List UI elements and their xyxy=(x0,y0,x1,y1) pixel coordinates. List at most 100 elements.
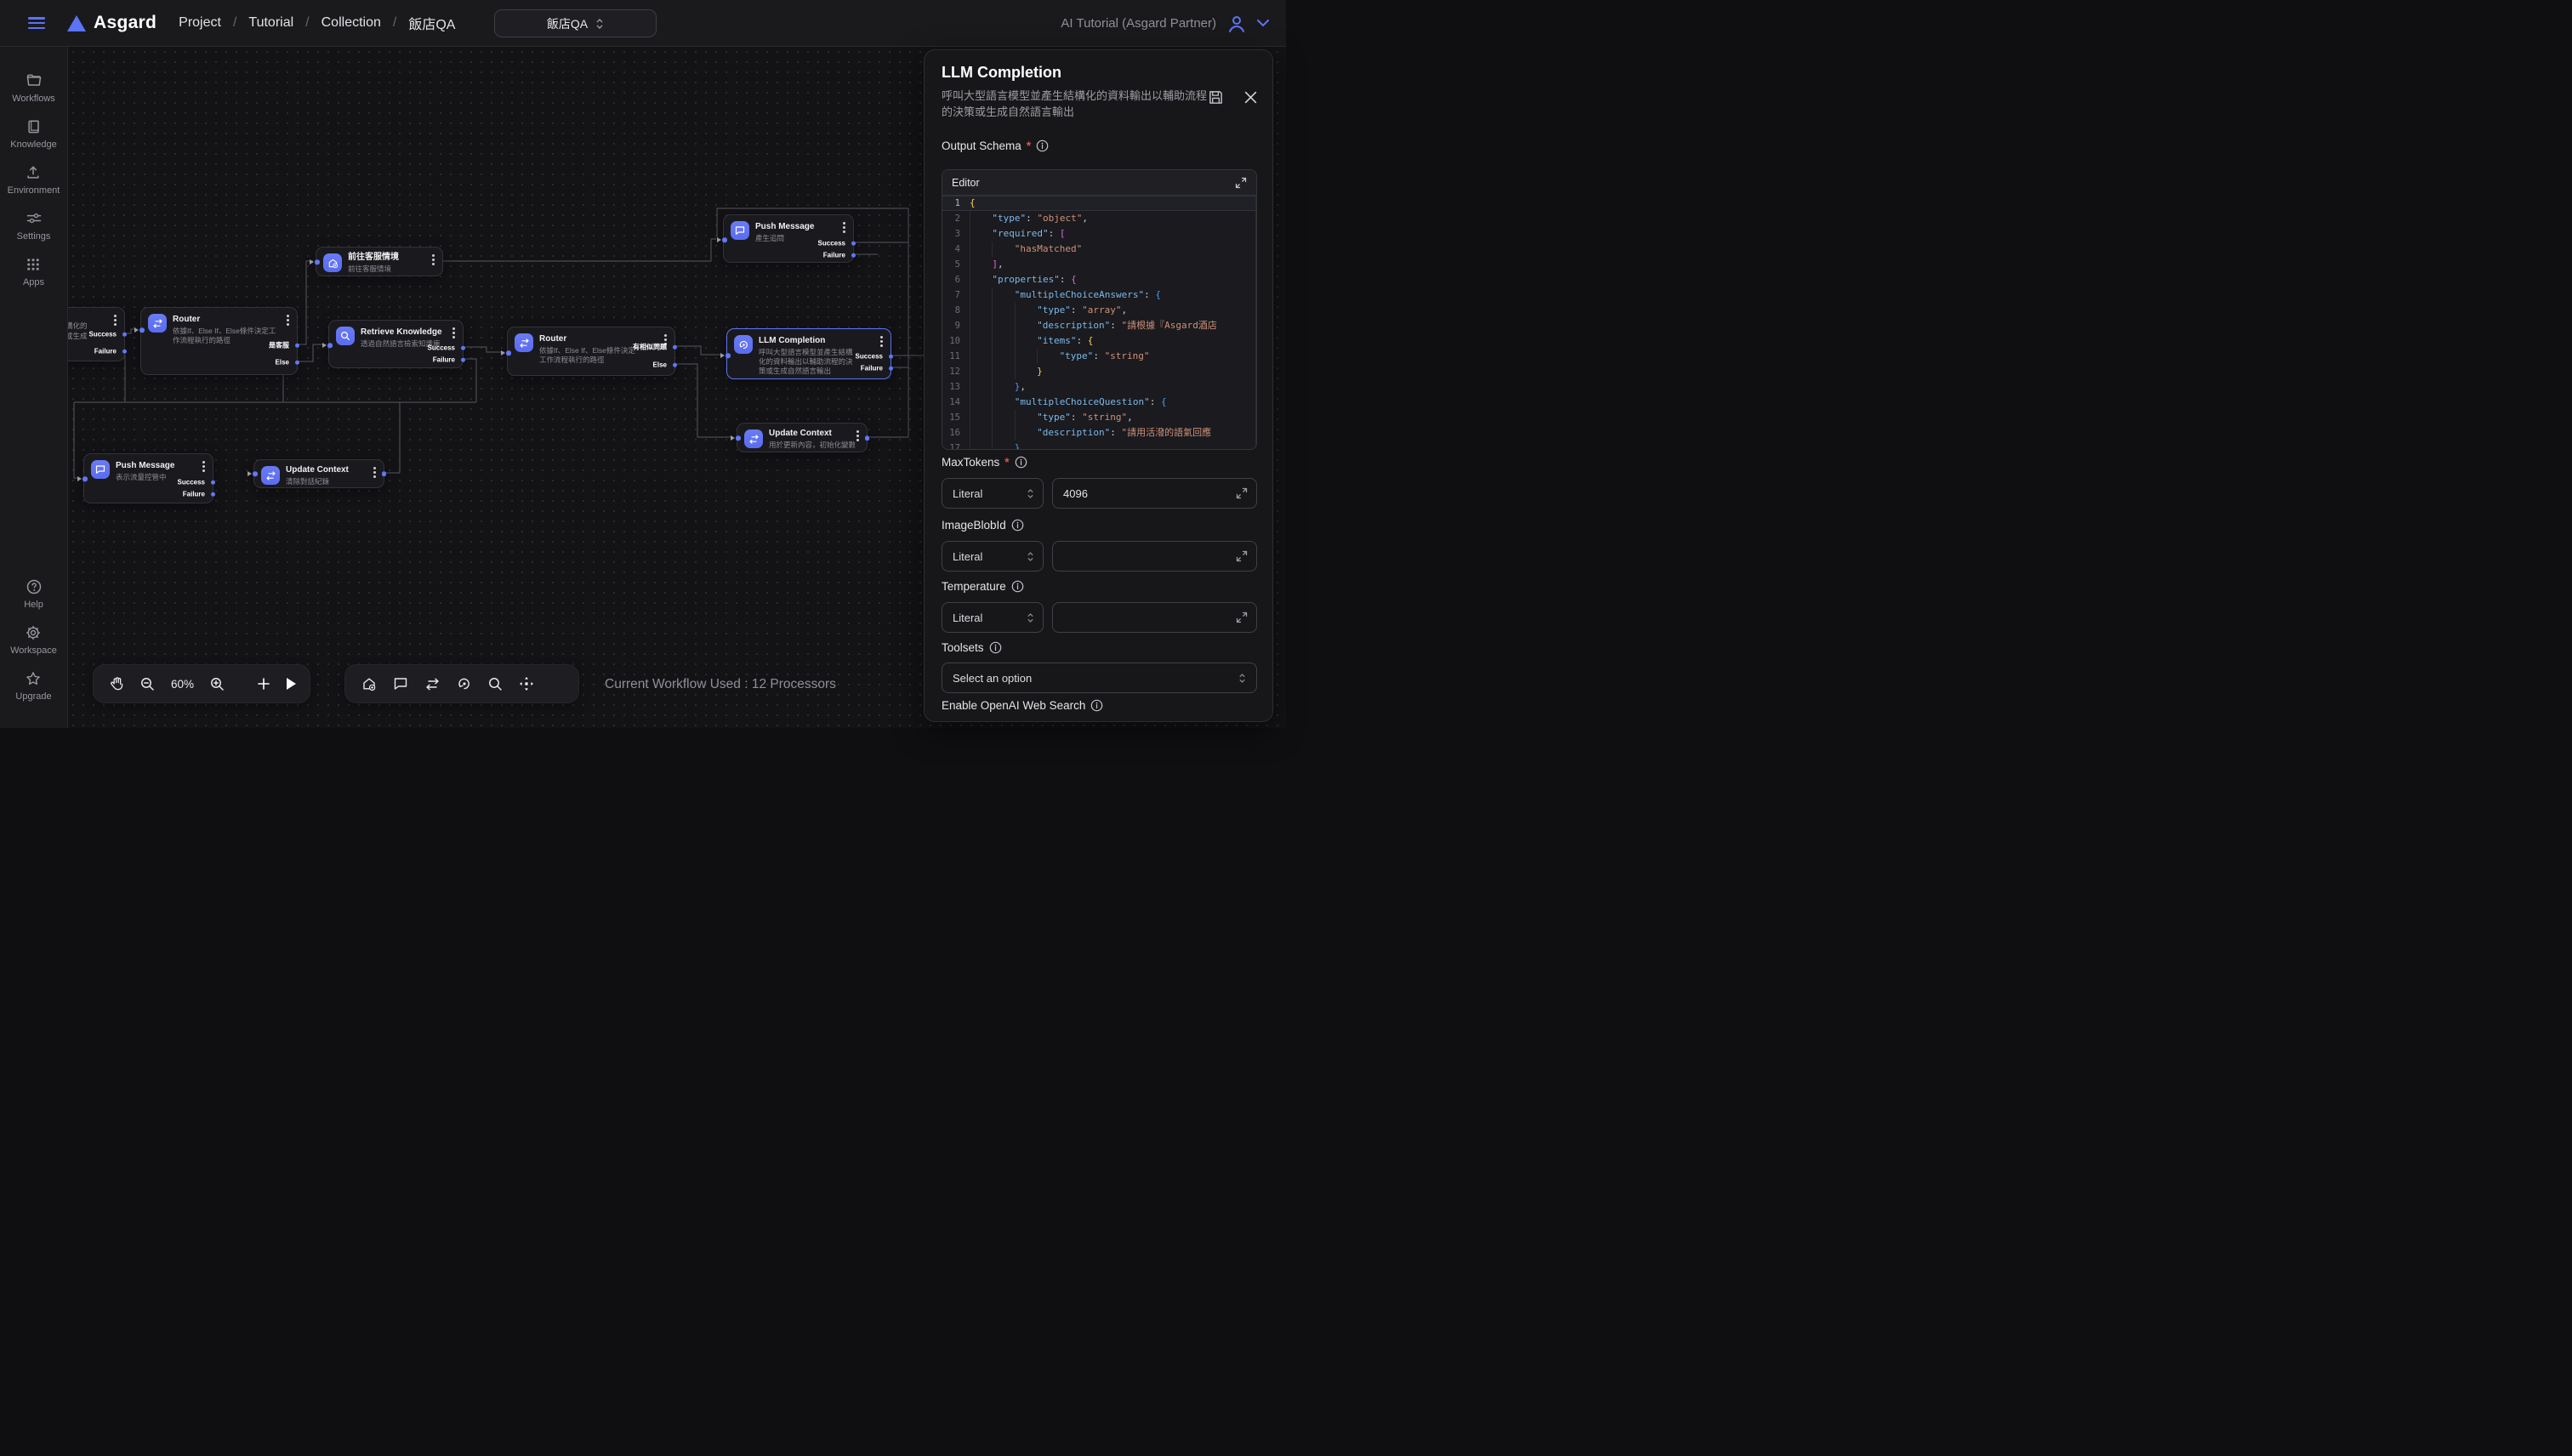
sliders-icon xyxy=(26,210,43,227)
add-llm-icon[interactable] xyxy=(457,676,472,691)
node-update-context-bottom[interactable]: Update Context 清除對話紀錄 xyxy=(253,459,384,488)
temperature-mode-select[interactable]: Literal xyxy=(942,602,1044,633)
workflow-select[interactable]: 飯店QA xyxy=(494,9,657,37)
node-goto-scenario[interactable]: 前往客服情境 前往客服情境 xyxy=(316,247,443,276)
port-else[interactable]: Else xyxy=(276,359,297,367)
user-icon[interactable] xyxy=(1226,14,1247,34)
node-menu-icon[interactable] xyxy=(856,430,859,433)
zoom-in-icon[interactable] xyxy=(210,677,225,691)
node-llm-completion[interactable]: LLM Completion 呼叫大型語言模型並產生結構化的資料輸出以輔助流程的… xyxy=(726,328,891,379)
port-success[interactable]: Success xyxy=(178,479,213,486)
pan-hand-icon[interactable] xyxy=(110,676,124,691)
sidebar-item-workflows[interactable]: Workflows xyxy=(12,72,55,104)
port-failure[interactable]: Failure xyxy=(433,356,463,364)
menu-icon[interactable] xyxy=(28,17,45,29)
logo-text: Asgard xyxy=(94,13,156,33)
maxtokens-mode-select[interactable]: Literal xyxy=(942,478,1044,509)
imageblobid-mode-select[interactable]: Literal xyxy=(942,541,1044,572)
node-menu-icon[interactable] xyxy=(287,315,289,317)
expand-icon[interactable] xyxy=(1236,611,1248,623)
sidebar-item-apps[interactable]: Apps xyxy=(23,256,44,287)
port-failure[interactable]: Failure xyxy=(183,491,213,498)
sidebar-label: Workspace xyxy=(10,646,57,656)
input-port[interactable] xyxy=(731,435,741,441)
input-port[interactable] xyxy=(310,259,320,264)
toolsets-select[interactable]: Select an option xyxy=(942,663,1257,693)
add-message-icon[interactable] xyxy=(393,676,408,691)
move-icon[interactable] xyxy=(519,676,534,691)
node-router-1[interactable]: Router 依據If、Else If、Else條件決定工作流程執行的路徑 是客… xyxy=(140,307,298,375)
expand-icon[interactable] xyxy=(1236,550,1248,562)
sidebar-item-workspace[interactable]: Workspace xyxy=(10,624,57,656)
sidebar-item-help[interactable]: Help xyxy=(24,578,43,610)
add-scenario-icon[interactable] xyxy=(361,676,377,691)
workflow-select-value: 飯店QA xyxy=(547,15,588,32)
add-node-button[interactable] xyxy=(257,677,270,691)
node-menu-icon[interactable] xyxy=(664,334,667,337)
info-icon[interactable] xyxy=(1011,519,1024,532)
info-icon[interactable] xyxy=(1090,699,1103,712)
sidebar-label: Help xyxy=(24,600,43,610)
port-success[interactable]: Success xyxy=(89,331,124,338)
sidebar-item-settings[interactable]: Settings xyxy=(17,210,51,242)
app-logo[interactable]: Asgard xyxy=(67,13,156,33)
node-retrieve-knowledge[interactable]: Retrieve Knowledge 透過自然語言檢索知識庫 Success F… xyxy=(328,320,464,368)
breadcrumb-project[interactable]: Project xyxy=(179,15,221,31)
input-port[interactable] xyxy=(248,471,258,476)
input-port[interactable] xyxy=(717,237,727,242)
node-menu-icon[interactable] xyxy=(432,254,435,257)
sidebar-item-upgrade[interactable]: Upgrade xyxy=(15,670,51,702)
node-menu-icon[interactable] xyxy=(452,327,455,330)
input-port[interactable] xyxy=(720,353,731,358)
output-schema-label: Output Schema* xyxy=(942,139,1049,152)
run-workflow-button[interactable] xyxy=(287,678,296,690)
info-icon[interactable] xyxy=(1015,456,1027,469)
chevron-down-icon[interactable] xyxy=(1257,20,1269,27)
node-menu-icon[interactable] xyxy=(373,467,376,469)
port-similar-question[interactable]: 有相似問題 xyxy=(633,343,674,352)
node-router-2[interactable]: Router 依據If、Else If、Else條件決定工作流程執行的路徑 有相… xyxy=(507,327,675,376)
workflow-status: Current Workflow Used : 12 Processors xyxy=(605,677,836,692)
code-lines[interactable]: 1{2"type": "object",3"required": [4"hasM… xyxy=(942,196,1256,449)
breadcrumb-collection[interactable]: Collection xyxy=(322,15,381,31)
schema-editor[interactable]: Editor 1{2"type": "object",3"required": … xyxy=(942,169,1257,450)
save-icon[interactable] xyxy=(1208,89,1224,105)
temperature-input[interactable] xyxy=(1052,602,1257,633)
input-port[interactable] xyxy=(77,476,88,481)
node-push-message-bottom[interactable]: Push Message 表示流量控管中 Success Failure xyxy=(83,453,213,503)
port-success[interactable]: Success xyxy=(428,344,463,352)
port-failure[interactable]: Failure xyxy=(823,252,853,259)
node-push-message-top[interactable]: Push Message 產生追問 Success Failure xyxy=(723,214,854,263)
node-update-context-right[interactable]: Update Context 用於更新內容，初始化變數 xyxy=(737,423,868,452)
sidebar-item-knowledge[interactable]: Knowledge xyxy=(10,118,56,150)
imageblobid-label: ImageBlobId xyxy=(942,519,1024,532)
temperature-label: Temperature xyxy=(942,580,1024,593)
info-icon[interactable] xyxy=(1036,139,1049,152)
expand-icon[interactable] xyxy=(1235,177,1247,189)
add-router-icon[interactable] xyxy=(424,678,441,691)
port-success[interactable]: Success xyxy=(818,240,853,247)
port-else[interactable]: Else xyxy=(653,361,674,369)
port-failure[interactable]: Failure xyxy=(94,348,124,355)
expand-icon[interactable] xyxy=(1236,487,1248,499)
sidebar-item-environment[interactable]: Environment xyxy=(8,164,60,196)
close-icon[interactable] xyxy=(1244,91,1257,104)
node-llm-partial[interactable]: 構化的 或生成 Success Failure xyxy=(68,307,125,361)
node-menu-icon[interactable] xyxy=(202,461,205,464)
maxtokens-input[interactable]: 4096 xyxy=(1052,478,1257,509)
node-menu-icon[interactable] xyxy=(114,315,117,317)
node-menu-icon[interactable] xyxy=(843,222,845,225)
zoom-out-icon[interactable] xyxy=(140,677,155,691)
port-failure[interactable]: Failure xyxy=(861,365,891,373)
search-icon[interactable] xyxy=(488,677,503,691)
imageblobid-input[interactable] xyxy=(1052,541,1257,572)
input-port[interactable] xyxy=(501,350,511,355)
info-icon[interactable] xyxy=(989,641,1002,654)
breadcrumb-tutorial[interactable]: Tutorial xyxy=(248,15,293,31)
node-menu-icon[interactable] xyxy=(880,336,883,338)
info-icon[interactable] xyxy=(1011,580,1024,593)
input-port[interactable] xyxy=(322,343,333,348)
port-is-customer-service[interactable]: 是客服 xyxy=(269,341,297,350)
input-port[interactable] xyxy=(134,327,145,333)
port-success[interactable]: Success xyxy=(856,353,891,361)
